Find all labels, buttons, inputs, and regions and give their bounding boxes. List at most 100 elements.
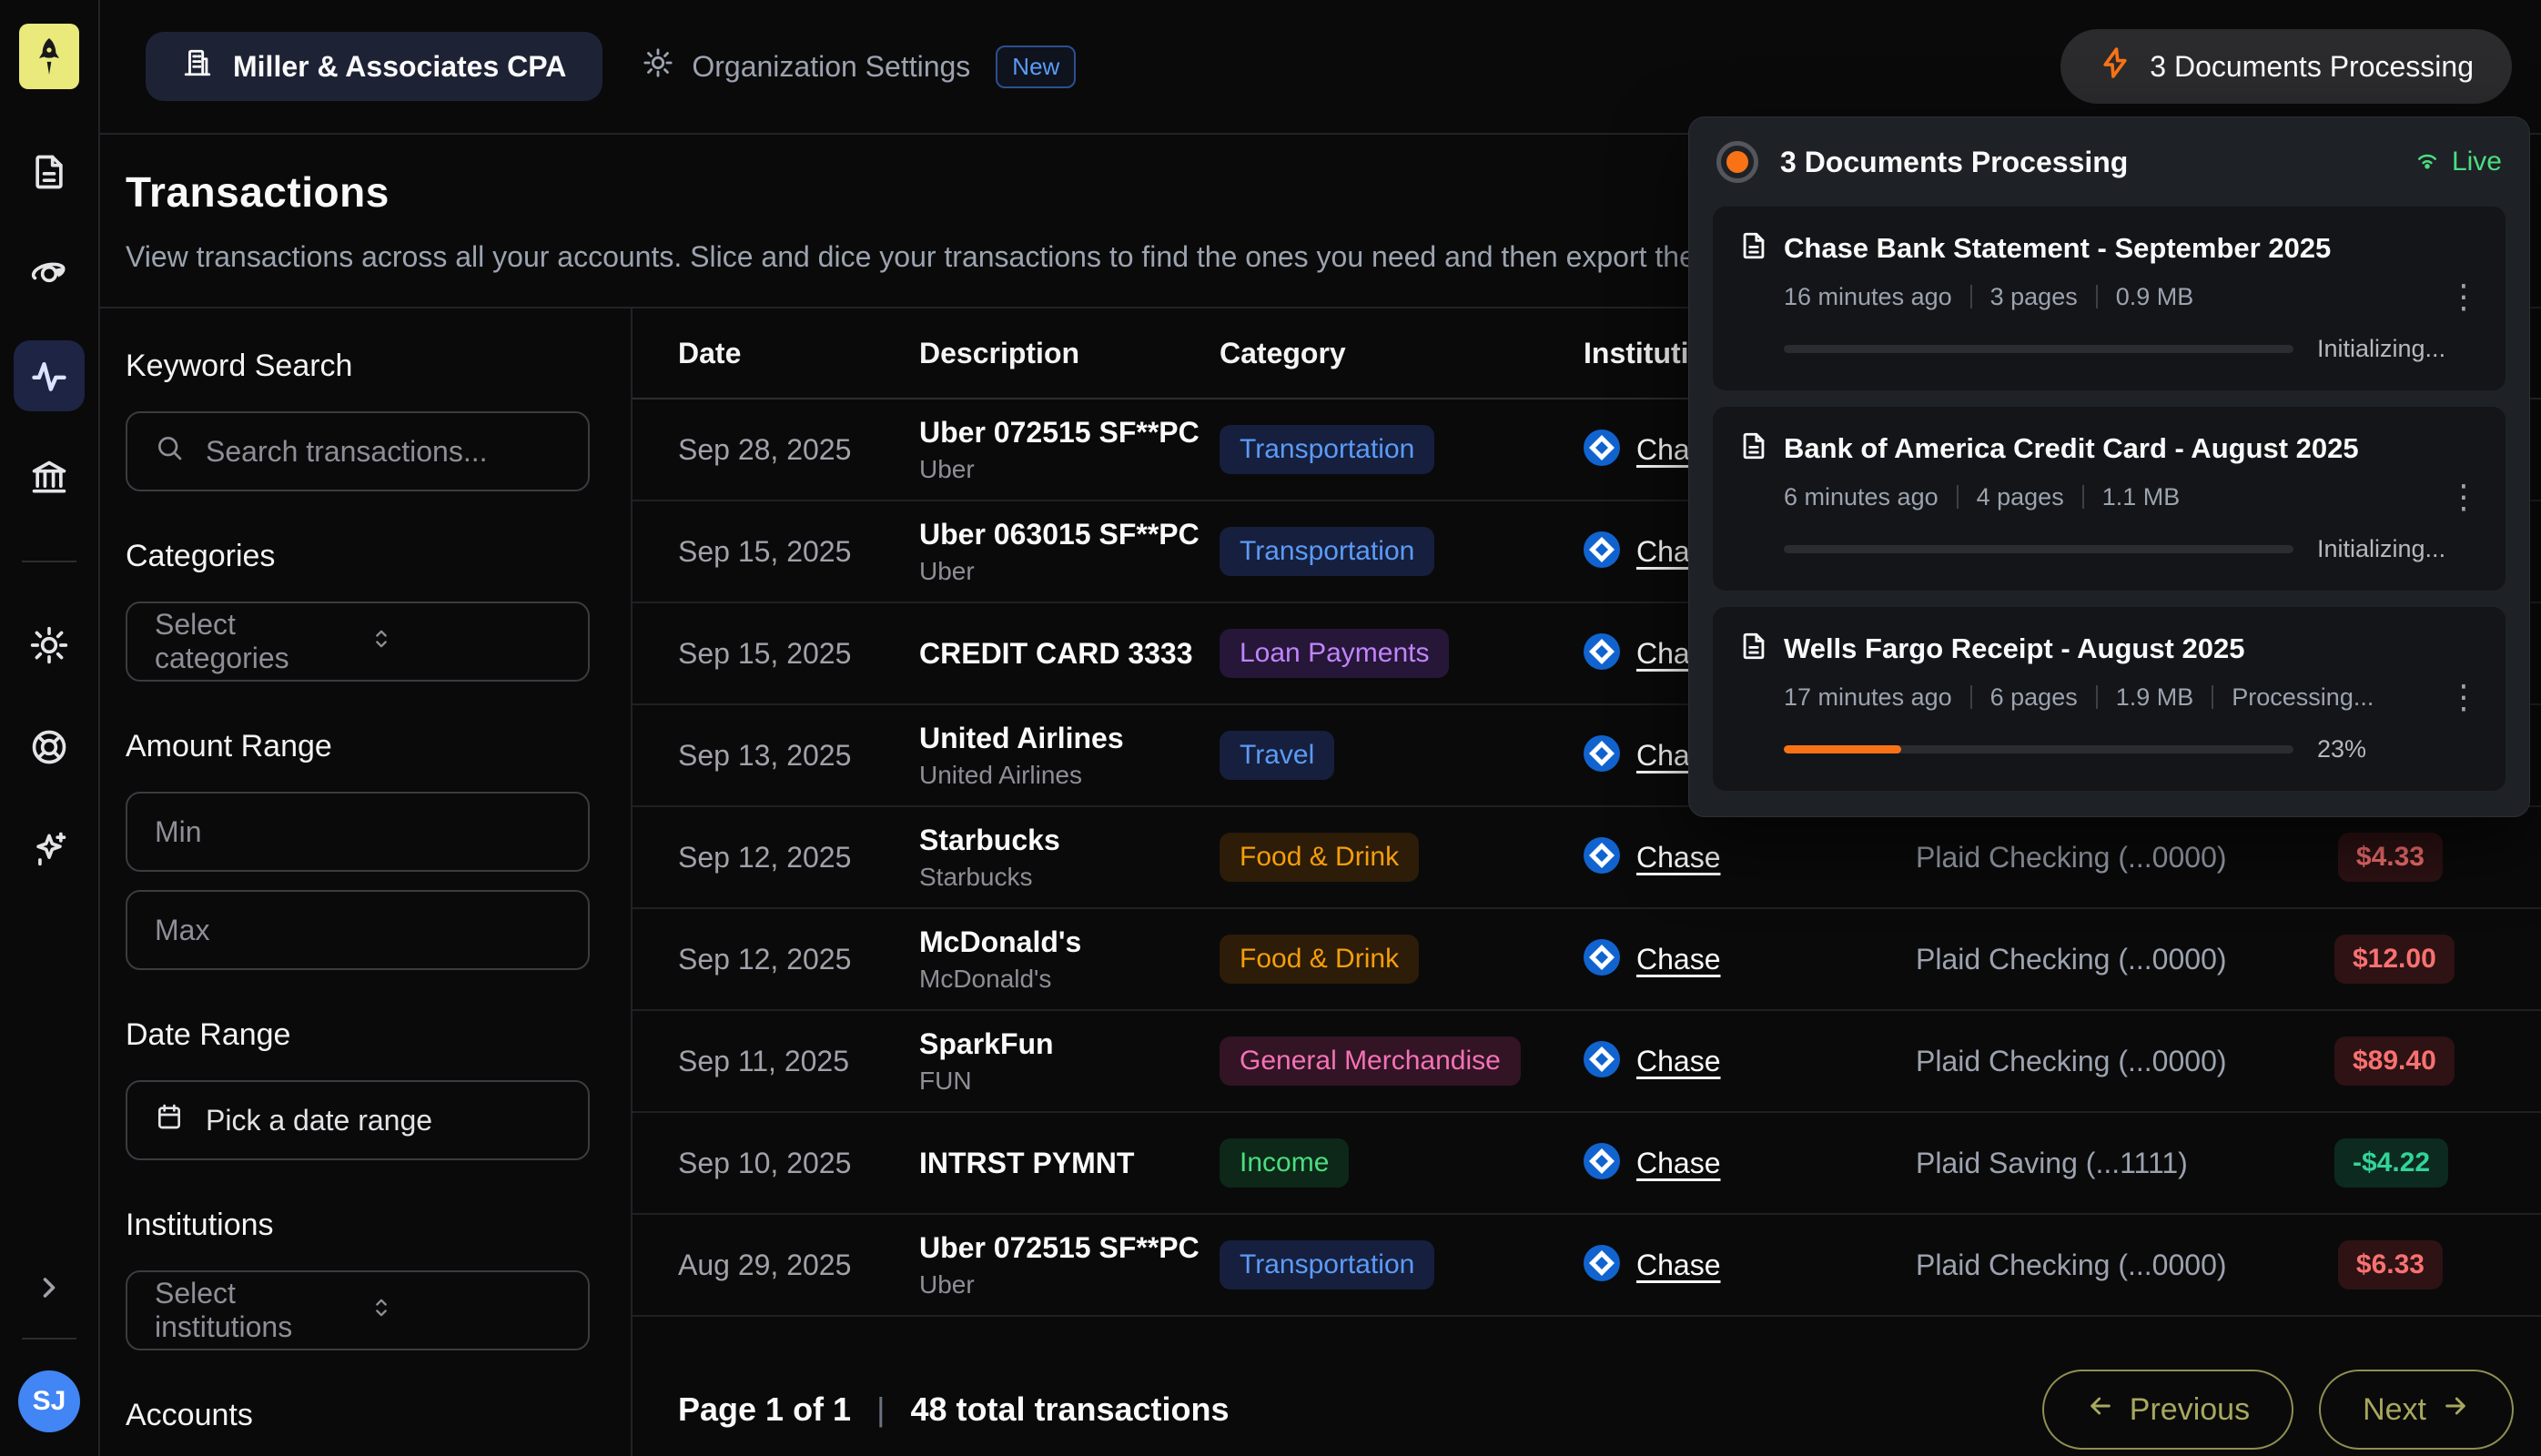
kebab-menu-icon[interactable]: ⋮ xyxy=(2447,280,2480,313)
meta-item: 0.9 MB xyxy=(2116,283,2194,311)
documents-processing-label: 3 Documents Processing xyxy=(2150,50,2474,84)
transaction-account: Plaid Checking (...0000) xyxy=(1916,1249,2334,1282)
amount-max-input[interactable] xyxy=(126,890,590,970)
sidebar-expand-button[interactable] xyxy=(14,1252,85,1323)
category-badge: Transportation xyxy=(1220,527,1434,576)
search-field xyxy=(126,411,590,491)
file-icon xyxy=(1738,631,1769,666)
amount-min-input[interactable] xyxy=(126,792,590,872)
kebab-menu-icon[interactable]: ⋮ xyxy=(2447,480,2480,513)
org-name: Miller & Associates CPA xyxy=(233,50,566,84)
avatar[interactable]: SJ xyxy=(18,1370,80,1432)
sidebar-item-settings[interactable] xyxy=(14,610,85,681)
document-name: Wells Fargo Receipt - August 2025 xyxy=(1784,632,2244,665)
institution-link[interactable]: Chase xyxy=(1636,943,1721,976)
sidebar-item-ai[interactable] xyxy=(14,814,85,885)
merchant-subtitle: United Airlines xyxy=(919,761,1220,790)
kebab-menu-icon[interactable]: ⋮ xyxy=(2447,681,2480,713)
transaction-category: Transportation xyxy=(1220,1240,1584,1289)
meta-item: Processing... xyxy=(2232,683,2374,712)
merchant-name: SparkFun xyxy=(919,1027,1220,1061)
amount-badge: $89.40 xyxy=(2334,1036,2455,1086)
search-input[interactable] xyxy=(206,435,588,469)
chase-logo-icon xyxy=(1584,430,1620,470)
chase-logo-icon xyxy=(1584,531,1620,572)
next-page-button[interactable]: Next xyxy=(2319,1370,2514,1450)
filters-panel: Keyword Search Categories Select categor… xyxy=(100,308,633,1456)
category-badge: Travel xyxy=(1220,731,1334,780)
category-badge: Food & Drink xyxy=(1220,935,1419,984)
meta-item: 3 pages xyxy=(1990,283,2078,311)
transaction-amount: $12.00 xyxy=(2334,935,2541,984)
chevrons-up-down-icon xyxy=(369,1294,561,1328)
institution-link[interactable]: Chase xyxy=(1636,841,1721,875)
date-range-picker[interactable]: Pick a date range xyxy=(126,1080,590,1160)
transaction-institution: Chase xyxy=(1584,939,1916,980)
sidebar: SJ xyxy=(0,0,100,1456)
institution-link[interactable]: Chase xyxy=(1636,1147,1721,1180)
category-badge: General Merchandise xyxy=(1220,1036,1521,1086)
document-meta: 6 minutes ago4 pages1.1 MB⋮ xyxy=(1784,480,2480,513)
bank-icon xyxy=(29,458,69,498)
merchant-subtitle: FUN xyxy=(919,1067,1220,1096)
sidebar-item-transactions[interactable] xyxy=(14,340,85,411)
table-footer: Page 1 of 1 | 48 total transactions Prev… xyxy=(633,1317,2541,1450)
calendar-icon xyxy=(155,1102,184,1138)
transaction-description: SparkFun FUN xyxy=(919,1027,1220,1096)
transaction-date: Sep 11, 2025 xyxy=(678,1045,919,1078)
institutions-select[interactable]: Select institutions xyxy=(126,1270,590,1350)
column-header: Date xyxy=(678,337,919,370)
transaction-category: Loan Payments xyxy=(1220,629,1584,678)
app-root: SJ Miller & Associates CPA Organization … xyxy=(0,0,2541,1456)
transaction-amount: $89.40 xyxy=(2334,1036,2541,1086)
sidebar-divider xyxy=(22,1338,76,1340)
org-switcher-button[interactable]: Miller & Associates CPA xyxy=(146,32,602,101)
sidebar-item-sync[interactable] xyxy=(14,238,85,309)
table-row: Sep 12, 2025 Starbucks Starbucks Food & … xyxy=(633,807,2541,909)
transaction-institution: Chase xyxy=(1584,1041,1916,1082)
sidebar-divider xyxy=(22,561,76,562)
file-icon xyxy=(1738,430,1769,466)
progress-bar xyxy=(1784,545,2293,553)
merchant-name: INTRST PYMNT xyxy=(919,1147,1220,1180)
org-settings-link[interactable]: Organization Settings New xyxy=(643,46,1076,88)
sidebar-item-institutions[interactable] xyxy=(14,442,85,513)
transaction-date: Sep 15, 2025 xyxy=(678,535,919,569)
amount-badge: $6.33 xyxy=(2338,1240,2443,1289)
institution-link[interactable]: Chase xyxy=(1636,1249,1721,1282)
documents-processing-popup: 3 Documents Processing Live Chase Bank S… xyxy=(1688,116,2530,817)
sidebar-item-documents[interactable] xyxy=(14,136,85,207)
transaction-institution: Chase xyxy=(1584,1143,1916,1184)
amount-range-label: Amount Range xyxy=(126,729,590,764)
document-meta: 17 minutes ago6 pages1.9 MBProcessing...… xyxy=(1784,681,2480,713)
sidebar-item-help[interactable] xyxy=(14,712,85,783)
org-settings-label: Organization Settings xyxy=(692,50,970,84)
transaction-account: Plaid Checking (...0000) xyxy=(1916,841,2334,875)
progress-bar xyxy=(1784,745,2293,753)
transaction-description: Uber 072515 SF**PC Uber xyxy=(919,1231,1220,1299)
chase-logo-icon xyxy=(1584,633,1620,674)
transaction-category: Transportation xyxy=(1220,527,1584,576)
transaction-category: Travel xyxy=(1220,731,1584,780)
arrow-left-icon xyxy=(2086,1391,2115,1429)
progress-bar xyxy=(1784,345,2293,353)
category-badge: Transportation xyxy=(1220,1240,1434,1289)
categories-select[interactable]: Select categories xyxy=(126,602,590,682)
chase-logo-icon xyxy=(1584,1041,1620,1082)
amount-badge: $4.33 xyxy=(2338,833,2443,882)
institution-link[interactable]: Chase xyxy=(1636,1045,1721,1078)
live-status: Live xyxy=(2414,145,2502,179)
previous-page-button[interactable]: Previous xyxy=(2042,1370,2293,1450)
transaction-category: Food & Drink xyxy=(1220,935,1584,984)
rocket-icon xyxy=(31,36,67,76)
amount-badge: -$4.22 xyxy=(2334,1138,2448,1188)
progress-spinner-icon xyxy=(1716,141,1758,183)
transaction-date: Sep 28, 2025 xyxy=(678,433,919,467)
transaction-description: Uber 072515 SF**PC Uber xyxy=(919,416,1220,484)
app-logo[interactable] xyxy=(19,24,79,89)
document-name: Bank of America Credit Card - August 202… xyxy=(1784,432,2359,465)
transaction-amount: $6.33 xyxy=(2334,1240,2541,1289)
documents-processing-button[interactable]: 3 Documents Processing xyxy=(2060,29,2512,104)
category-badge: Income xyxy=(1220,1138,1349,1188)
merchant-subtitle: Uber xyxy=(919,1270,1220,1299)
